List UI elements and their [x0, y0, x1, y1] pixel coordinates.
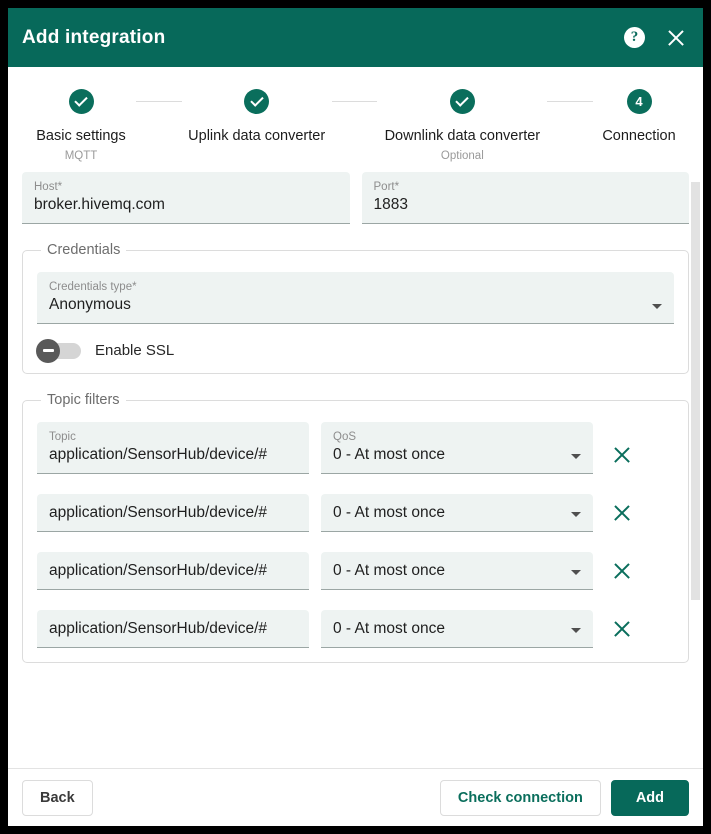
- topic-value: application/SensorHub/device/#: [49, 504, 267, 521]
- qos-select[interactable]: 0 - At most once: [321, 494, 593, 532]
- enable-ssl-toggle[interactable]: Enable SSL: [36, 338, 674, 363]
- topic-filter-row: Topic application/SensorHub/device/# QoS…: [37, 422, 674, 474]
- step-1-sublabel: MQTT: [64, 150, 98, 162]
- qos-value: 0 - At most once: [333, 446, 445, 463]
- close-icon: [612, 561, 632, 581]
- add-integration-dialog: Add integration ? Basic settings MQTT Up…: [8, 8, 703, 826]
- step-2-label: Uplink data converter: [188, 128, 326, 144]
- topic-filters-group: Topic filters Topic application/SensorHu…: [22, 392, 689, 663]
- topic-filter-row: application/SensorHub/device/# 0 - At mo…: [37, 552, 674, 590]
- credentials-type-value: Anonymous: [49, 296, 131, 313]
- step-connector-3: [547, 101, 594, 102]
- close-icon: [612, 619, 632, 639]
- step-4-number: 4: [626, 89, 652, 114]
- port-value: 1883: [373, 196, 408, 213]
- body-scrollbar[interactable]: [691, 172, 700, 768]
- host-label: Host*: [34, 181, 63, 193]
- host-input[interactable]: Host* broker.hivemq.com: [22, 172, 350, 224]
- chevron-down-icon: [571, 628, 581, 633]
- step-3-check-icon: [449, 89, 475, 114]
- qos-select[interactable]: 0 - At most once: [321, 552, 593, 590]
- topic-input[interactable]: Topic application/SensorHub/device/#: [37, 422, 309, 474]
- qos-value: 0 - At most once: [333, 620, 445, 637]
- dialog-header: Add integration ?: [8, 8, 703, 67]
- close-icon: [612, 503, 632, 523]
- credentials-type-select[interactable]: Credentials type* Anonymous: [37, 272, 674, 324]
- qos-select[interactable]: QoS 0 - At most once: [321, 422, 593, 474]
- close-icon[interactable]: [665, 27, 687, 49]
- topic-value: application/SensorHub/device/#: [49, 562, 267, 579]
- credentials-legend: Credentials: [47, 242, 121, 258]
- toggle-knob-icon: [36, 338, 60, 363]
- host-value: broker.hivemq.com: [34, 196, 165, 213]
- step-2-check-icon: [244, 89, 270, 114]
- topic-filter-row: application/SensorHub/device/# 0 - At mo…: [37, 494, 674, 532]
- step-connector-1: [136, 101, 182, 102]
- topic-label: Topic: [49, 431, 76, 443]
- topic-value: application/SensorHub/device/#: [49, 446, 267, 463]
- step-uplink-data-converter[interactable]: Uplink data converter: [182, 89, 332, 150]
- dialog-body: Host* broker.hivemq.com Port* 1883 Crede…: [8, 172, 703, 768]
- step-1-label: Basic settings: [36, 128, 126, 144]
- chevron-down-icon: [652, 304, 662, 309]
- step-4-label: Connection: [602, 128, 676, 144]
- stepper-row: Basic settings MQTT Uplink data converte…: [8, 89, 703, 162]
- dialog-title: Add integration: [22, 26, 166, 48]
- topic-input[interactable]: application/SensorHub/device/#: [37, 494, 309, 532]
- credentials-group: Credentials Credentials type* Anonymous …: [22, 242, 689, 374]
- step-1-check-icon: [68, 89, 94, 114]
- close-icon: [612, 445, 632, 465]
- qos-value: 0 - At most once: [333, 562, 445, 579]
- enable-ssl-label: Enable SSL: [95, 342, 175, 359]
- remove-topic-filter-button[interactable]: [605, 612, 639, 646]
- scrollbar-thumb[interactable]: [691, 182, 700, 600]
- topic-input[interactable]: application/SensorHub/device/#: [37, 552, 309, 590]
- dialog-footer: Back Check connection Add: [8, 768, 703, 826]
- step-basic-settings[interactable]: Basic settings MQTT: [26, 89, 136, 162]
- remove-topic-filter-button[interactable]: [605, 496, 639, 530]
- credentials-type-label: Credentials type*: [49, 281, 137, 293]
- chevron-down-icon: [571, 454, 581, 459]
- header-actions: ?: [624, 27, 687, 49]
- step-downlink-data-converter[interactable]: Downlink data converter Optional: [377, 89, 547, 162]
- step-3-sublabel: Optional: [440, 150, 484, 162]
- qos-select[interactable]: 0 - At most once: [321, 610, 593, 648]
- qos-label: QoS: [333, 431, 357, 443]
- port-label: Port*: [373, 181, 400, 193]
- host-port-row: Host* broker.hivemq.com Port* 1883: [22, 172, 689, 224]
- help-circle-icon[interactable]: ?: [624, 27, 645, 48]
- step-connection[interactable]: 4 Connection: [593, 89, 685, 150]
- step-3-label: Downlink data converter: [384, 128, 541, 144]
- topic-filters-legend: Topic filters: [47, 392, 120, 408]
- qos-value: 0 - At most once: [333, 504, 445, 521]
- enable-ssl-switch[interactable]: [36, 338, 81, 363]
- topic-filter-row: application/SensorHub/device/# 0 - At mo…: [37, 610, 674, 648]
- remove-topic-filter-button[interactable]: [605, 438, 639, 472]
- wizard-stepper: Basic settings MQTT Uplink data converte…: [8, 67, 703, 172]
- chevron-down-icon: [571, 512, 581, 517]
- port-input[interactable]: Port* 1883: [361, 172, 689, 224]
- check-connection-button[interactable]: Check connection: [439, 779, 601, 816]
- step-connector-2: [331, 101, 378, 102]
- add-button[interactable]: Add: [610, 779, 689, 816]
- topic-input[interactable]: application/SensorHub/device/#: [37, 610, 309, 648]
- remove-topic-filter-button[interactable]: [605, 554, 639, 588]
- chevron-down-icon: [571, 570, 581, 575]
- topic-value: application/SensorHub/device/#: [49, 620, 267, 637]
- back-button[interactable]: Back: [22, 779, 93, 816]
